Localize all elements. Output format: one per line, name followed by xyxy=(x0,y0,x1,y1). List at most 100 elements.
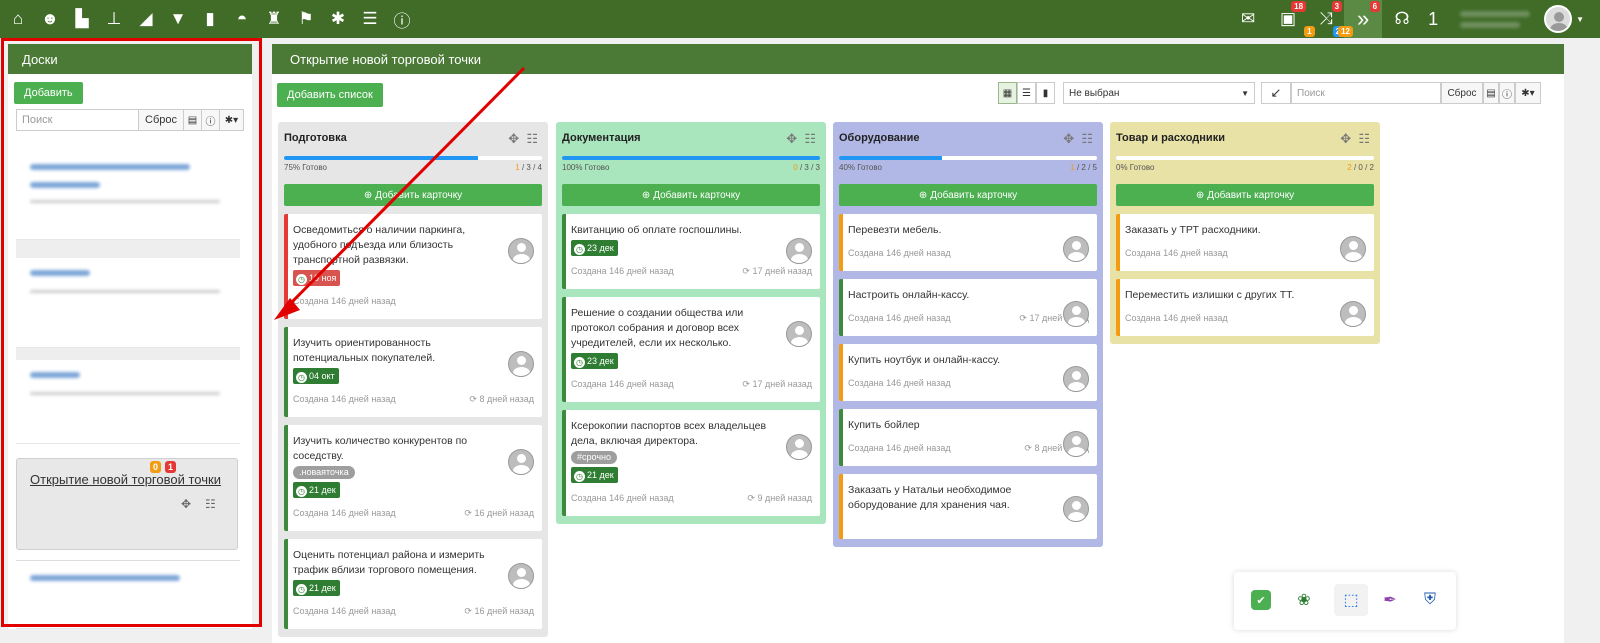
print-icon[interactable]: ▤ xyxy=(1483,82,1499,104)
add-list-button[interactable]: Добавить список xyxy=(277,83,383,107)
double-chevron-icon[interactable]: » 6 12 xyxy=(1338,0,1383,38)
add-card-button[interactable]: ⊕ Добавить карточку xyxy=(284,184,542,206)
task-card[interactable]: Купить бойлер Создана 146 дней назад ⟳ 8 д… xyxy=(839,409,1097,466)
due-date-badge[interactable]: ◷ 04 окт xyxy=(293,368,339,384)
assignee-avatar[interactable] xyxy=(786,238,812,264)
assignee-avatar[interactable] xyxy=(508,449,534,475)
assignee-avatar[interactable] xyxy=(1063,496,1089,522)
grid-view-icon[interactable]: ▦ xyxy=(998,82,1017,104)
add-card-button[interactable]: ⊕ Добавить карточку xyxy=(562,184,820,206)
user-icon[interactable]: ☻ xyxy=(34,0,66,38)
task-card[interactable]: Изучить ориентированность потенциальных … xyxy=(284,327,542,417)
board-reset-button[interactable]: Сброс xyxy=(138,110,183,130)
board-item-blurred[interactable] xyxy=(16,560,240,629)
chevron-down-icon[interactable]: ▼ xyxy=(1576,15,1584,24)
board-title-link[interactable]: Открытие новой торговой точки xyxy=(30,472,237,487)
sitemap-icon[interactable]: ⊥ xyxy=(98,0,130,38)
board-item-active[interactable]: 0 1 Открытие новой торговой точки ✥ ☷ xyxy=(16,458,238,550)
move-icon[interactable]: ✥ xyxy=(786,131,797,146)
sliders-icon[interactable]: ☷ xyxy=(205,497,216,511)
briefcase-icon[interactable]: ▣ 18 xyxy=(1268,0,1308,38)
card-tag[interactable]: #срочно xyxy=(571,451,617,464)
due-date-badge[interactable]: ◷ 21 дек xyxy=(293,580,340,596)
chart-area-icon[interactable]: ◢ xyxy=(130,0,162,38)
main-reset-button[interactable]: Сброс xyxy=(1441,82,1483,104)
main-search-input[interactable]: Поиск xyxy=(1291,82,1441,104)
feather-icon[interactable]: ✒ xyxy=(1380,590,1400,610)
assignee-avatar[interactable] xyxy=(508,351,534,377)
due-date-badge[interactable]: ◷ 21 дек xyxy=(571,467,618,483)
filter-icon[interactable]: ▼ xyxy=(162,0,194,38)
gear-icon[interactable]: ✱ xyxy=(322,0,354,38)
due-date-badge[interactable]: ◷ 23 дек xyxy=(571,240,618,256)
settings-dropdown-icon[interactable]: ✱▾ xyxy=(1515,82,1541,104)
board-item-blurred[interactable] xyxy=(16,360,240,444)
task-card[interactable]: Осведомиться о наличии паркинга, удобног… xyxy=(284,214,542,319)
hat-icon[interactable]: ◓ xyxy=(226,0,258,38)
board-search-input[interactable]: Поиск xyxy=(17,110,138,130)
collapse-arrow-icon[interactable]: ↙ xyxy=(1261,82,1291,104)
task-card[interactable]: Ксерокопии паспортов всех владельцев дел… xyxy=(562,410,820,516)
move-icon[interactable]: ✥ xyxy=(1063,131,1074,146)
assignee-avatar[interactable] xyxy=(786,434,812,460)
board-item-blurred[interactable] xyxy=(16,152,240,240)
move-icon[interactable]: ✥ xyxy=(181,497,191,511)
due-date-badge[interactable]: ◷ 21 дек xyxy=(293,482,340,498)
screenshot-select-icon[interactable]: ⬚ xyxy=(1334,584,1368,616)
task-card[interactable]: Квитанцию об оплате госпошлины. ◷ 23 дек Со… xyxy=(562,214,820,289)
list-icon[interactable]: ☰ xyxy=(354,0,386,38)
due-date-badge[interactable]: ◷ 23 дек xyxy=(571,353,618,369)
info-icon[interactable]: ⓘ xyxy=(201,110,219,130)
assignee-avatar[interactable] xyxy=(1340,236,1366,262)
due-date-badge[interactable]: ◷ 10 ноя xyxy=(293,270,341,286)
flag-icon[interactable]: ⚑ xyxy=(290,0,322,38)
home-icon[interactable]: ⌂ xyxy=(2,0,34,38)
task-card[interactable]: Заказать у Натальи необходимое оборудова… xyxy=(839,474,1097,539)
add-card-button[interactable]: ⊕ Добавить карточку xyxy=(1116,184,1374,206)
assignee-avatar[interactable] xyxy=(786,321,812,347)
task-card[interactable]: Решение о создании общества или протокол… xyxy=(562,297,820,402)
list-view-icon[interactable]: ☰ xyxy=(1017,82,1036,104)
settings-dropdown-icon[interactable]: ✱▾ xyxy=(219,110,243,130)
task-card[interactable]: Изучить количество конкурентов по соседс… xyxy=(284,425,542,531)
move-icon[interactable]: ✥ xyxy=(508,131,519,146)
leaf-icon[interactable]: ❀ xyxy=(1294,590,1314,610)
assignee-avatar[interactable] xyxy=(1063,301,1089,327)
sliders-icon[interactable]: ☷ xyxy=(1358,131,1370,146)
task-card[interactable]: Купить ноутбук и онлайн-кассу. Создана 14… xyxy=(839,344,1097,401)
headset-icon[interactable]: ☊ xyxy=(1382,0,1422,38)
user-avatar[interactable] xyxy=(1544,5,1573,33)
bar-chart-icon[interactable]: ▮ xyxy=(194,0,226,38)
task-card[interactable]: Перевезти мебель. Создана 146 дней назад xyxy=(839,214,1097,271)
add-board-button[interactable]: Добавить xyxy=(14,82,83,104)
money-bag-icon[interactable]: ♜ xyxy=(258,0,290,38)
task-card[interactable]: Оценить потенциал района и измерить траф… xyxy=(284,539,542,629)
assignee-avatar[interactable] xyxy=(1340,301,1366,327)
info-icon[interactable]: ⓘ xyxy=(386,0,418,38)
clock-icon: ◷ xyxy=(296,584,307,595)
sliders-icon[interactable]: ☷ xyxy=(804,131,816,146)
assignee-avatar[interactable] xyxy=(508,563,534,589)
assignee-avatar[interactable] xyxy=(1063,236,1089,262)
assignee-avatar[interactable] xyxy=(508,238,534,264)
factory-icon[interactable]: ▙ xyxy=(66,0,98,38)
assignee-avatar[interactable] xyxy=(1063,366,1089,392)
add-card-button[interactable]: ⊕ Добавить карточку xyxy=(839,184,1097,206)
info-icon[interactable]: ⓘ xyxy=(1499,82,1515,104)
check-icon[interactable]: ✔ xyxy=(1251,590,1271,610)
print-icon[interactable]: ▤ xyxy=(183,110,201,130)
chart-view-icon[interactable]: ▮ xyxy=(1036,82,1055,104)
task-card[interactable]: Настроить онлайн-кассу. Создана 146 дней … xyxy=(839,279,1097,336)
card-tag[interactable]: .новаяточка xyxy=(293,466,355,479)
move-icon[interactable]: ✥ xyxy=(1340,131,1351,146)
board-item-blurred[interactable] xyxy=(16,258,240,348)
task-card[interactable]: Заказать у ТРТ расходники. Создана 146 дн… xyxy=(1116,214,1374,271)
mail-icon[interactable]: ✉ xyxy=(1228,0,1268,38)
sliders-icon[interactable]: ☷ xyxy=(526,131,538,146)
task-card[interactable]: Переместить излишки с других ТТ. Создана … xyxy=(1116,279,1374,336)
assignee-avatar[interactable] xyxy=(1063,431,1089,457)
filter-select-value: Не выбран xyxy=(1069,87,1120,99)
filter-select[interactable]: Не выбран ▼ xyxy=(1063,82,1255,104)
shield-icon[interactable]: ⛨ xyxy=(1420,590,1440,610)
sliders-icon[interactable]: ☷ xyxy=(1081,131,1093,146)
